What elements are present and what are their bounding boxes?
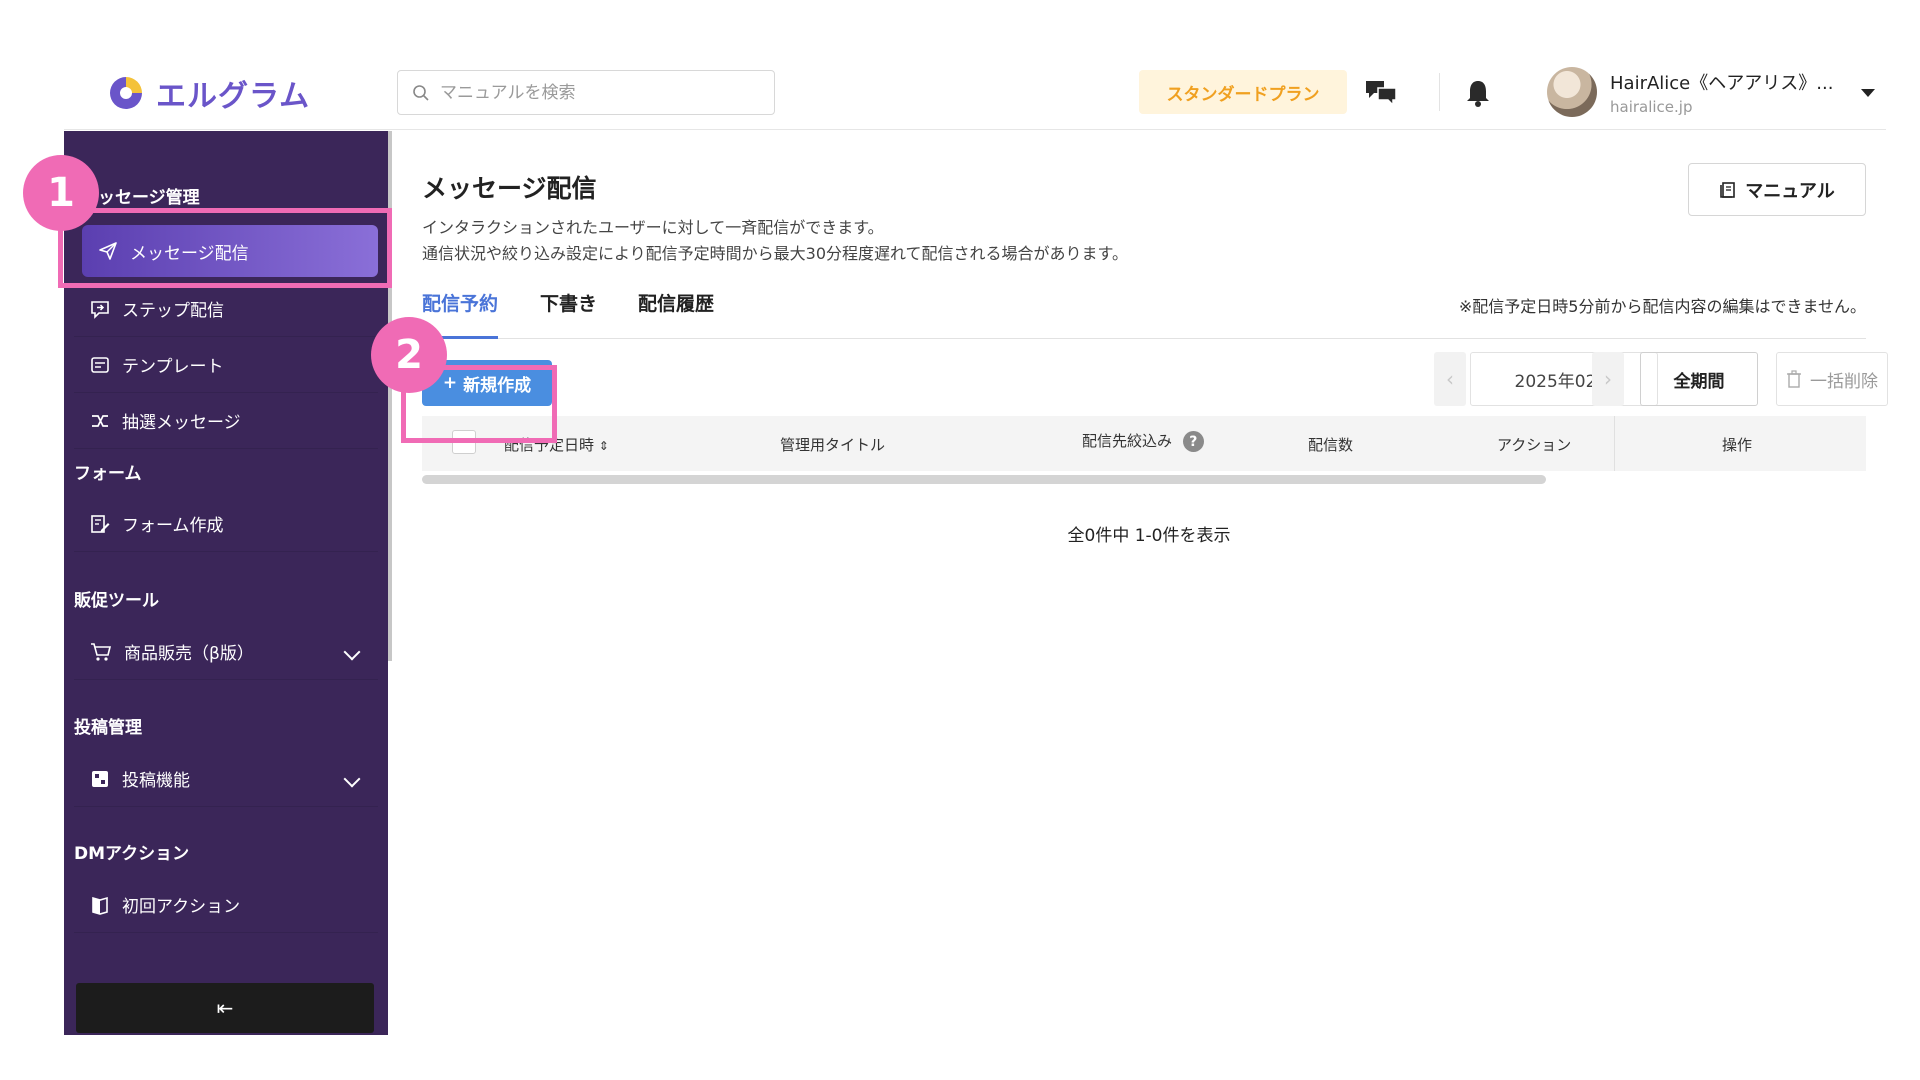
user-name: HairAlice《ヘアアリス》... xyxy=(1610,72,1834,94)
page-title: メッセージ配信 xyxy=(422,174,597,203)
tab-bar: 配信予約 下書き 配信履歴 ※配信予定日時5分前から配信内容の編集はできません。 xyxy=(422,287,1866,339)
all-period-button[interactable]: 全期間 xyxy=(1640,352,1758,406)
sidebar-item-template[interactable]: テンプレート xyxy=(74,337,378,393)
bell-icon[interactable] xyxy=(1460,75,1496,111)
sidebar-section-message: ッセージ管理 xyxy=(98,188,200,208)
post-grid-icon xyxy=(92,770,108,787)
column-divider xyxy=(1614,416,1615,471)
chevron-left-icon: ‹ xyxy=(1446,367,1454,391)
shuffle-icon xyxy=(92,414,108,427)
step-message-icon xyxy=(91,300,109,319)
table-header: 配信予定日時 ⇕ 管理用タイトル 配信先絞込み ? 配信数 アクション 操作 xyxy=(422,416,1866,471)
plan-badge[interactable]: スタンダードプラン xyxy=(1139,70,1347,114)
tab-drafts[interactable]: 下書き xyxy=(540,287,597,339)
help-icon[interactable]: ? xyxy=(1182,431,1204,452)
sidebar-item-label: テンプレート xyxy=(122,357,224,377)
step-badge-1: 1 xyxy=(23,155,99,231)
tab-note: ※配信予定日時5分前から配信内容の編集はできません。 xyxy=(1458,297,1866,316)
column-header-filter: 配信先絞込み ? xyxy=(1082,430,1204,452)
manual-button-label: マニュアル xyxy=(1745,180,1835,202)
form-edit-icon xyxy=(91,514,110,533)
sidebar-item-step-delivery[interactable]: ステップ配信 xyxy=(74,281,378,337)
sidebar-section-form: フォーム xyxy=(74,464,142,484)
sidebar-item-label: 投稿機能 xyxy=(122,771,190,791)
month-display: 2025年02月 xyxy=(1470,352,1658,406)
trash-icon xyxy=(1787,370,1801,388)
user-menu[interactable]: HairAlice《ヘアアリス》... hairalice.jp xyxy=(1547,67,1833,117)
sidebar-item-label: ステップ配信 xyxy=(122,301,224,321)
bulk-delete-button[interactable]: 一括削除 xyxy=(1776,352,1888,406)
logo-mark-icon xyxy=(110,77,142,109)
result-count: 全0件中 1-0件を表示 xyxy=(1067,526,1231,546)
manual-book-icon xyxy=(1720,181,1736,198)
manual-button[interactable]: マニュアル xyxy=(1688,163,1866,216)
search-box[interactable] xyxy=(397,70,775,115)
sidebar-item-label: 抽選メッセージ xyxy=(122,413,241,433)
chevron-right-icon: › xyxy=(1604,367,1612,391)
table-horizontal-scrollbar[interactable] xyxy=(422,475,1546,484)
sidebar-section-sales: 販促ツール xyxy=(74,591,159,611)
sidebar-section-dm: DMアクション xyxy=(74,844,190,864)
column-header-operation: 操作 xyxy=(1722,436,1753,454)
app-window: エルグラム スタンダードプラン HairAl xyxy=(23,55,1888,1035)
logo-text: エルグラム xyxy=(156,79,311,114)
step-badge-2: 2 xyxy=(371,317,447,393)
description-line: 通信状況や絞り込み設定により配信予定時間から最大30分程度遅れて配信される場合が… xyxy=(422,244,1128,263)
bulk-delete-label: 一括削除 xyxy=(1810,371,1878,392)
sidebar-item-post-function[interactable]: 投稿機能 xyxy=(74,751,378,807)
caret-down-icon[interactable] xyxy=(1861,89,1875,97)
logo[interactable]: エルグラム xyxy=(106,71,310,115)
sidebar-item-label: 初回アクション xyxy=(122,897,241,917)
cart-icon xyxy=(91,642,112,661)
sidebar-section-post: 投稿管理 xyxy=(74,718,142,738)
book-open-icon xyxy=(92,896,108,915)
sidebar-item-product-sales[interactable]: 商品販売（β版） xyxy=(74,624,378,680)
column-header-count: 配信数 xyxy=(1308,436,1354,454)
column-header-label: 配信先絞込み xyxy=(1082,432,1173,450)
sidebar-item-first-action[interactable]: 初回アクション xyxy=(74,877,378,933)
chevron-down-icon xyxy=(343,770,361,788)
chat-icon[interactable] xyxy=(1363,75,1399,111)
tab-history[interactable]: 配信履歴 xyxy=(638,287,714,339)
search-input[interactable] xyxy=(440,82,760,103)
sidebar-item-lottery[interactable]: 抽選メッセージ xyxy=(74,393,378,449)
sidebar-item-label: フォーム作成 xyxy=(122,516,224,536)
description-line: インタラクションされたユーザーに対して一斉配信ができます。 xyxy=(422,218,884,237)
next-month-button[interactable]: › xyxy=(1592,352,1624,406)
header-divider xyxy=(1439,73,1440,111)
prev-month-button[interactable]: ‹ xyxy=(1434,352,1466,406)
column-header-action: アクション xyxy=(1497,436,1572,454)
search-icon xyxy=(413,84,429,101)
top-header: エルグラム スタンダードプラン HairAl xyxy=(64,55,1886,130)
sidebar-collapse-button[interactable]: ⇤ xyxy=(76,983,374,1033)
chevron-down-icon xyxy=(343,643,361,661)
user-domain: hairalice.jp xyxy=(1610,97,1693,116)
sort-icon[interactable]: ⇕ xyxy=(599,439,609,453)
page-description: インタラクションされたユーザーに対して一斉配信ができます。 通信状況や絞り込み設… xyxy=(422,215,1128,267)
avatar xyxy=(1547,67,1597,117)
highlight-box-step1 xyxy=(58,208,392,288)
column-header-title: 管理用タイトル xyxy=(780,436,886,454)
sidebar-item-label: 商品販売（β版） xyxy=(124,644,254,664)
sidebar-item-form-create[interactable]: フォーム作成 xyxy=(74,496,378,552)
template-icon xyxy=(91,356,109,373)
